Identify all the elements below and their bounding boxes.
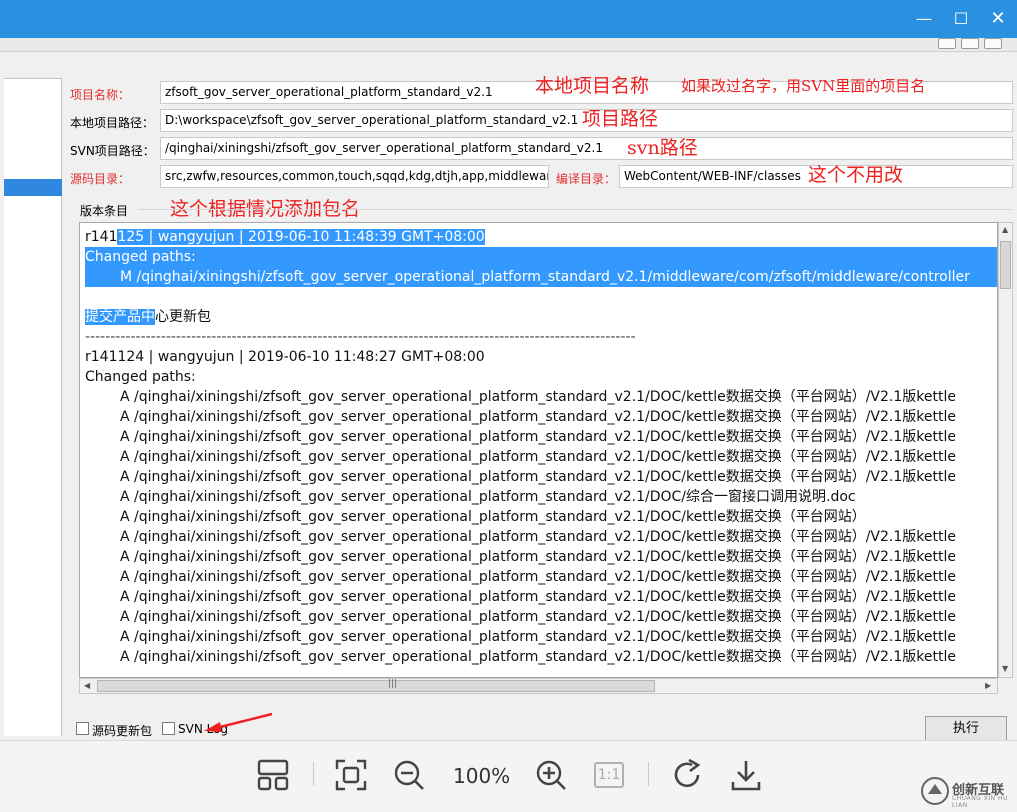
log-path: A /qinghai/xiningshi/zfsoft_gov_server_o… (120, 429, 956, 445)
maximize-button[interactable]: ☐ (944, 6, 978, 32)
zoom-out-icon[interactable] (392, 758, 426, 792)
zoom-in-icon[interactable] (534, 758, 568, 792)
log-path: A /qinghai/xiningshi/zfsoft_gov_server_o… (120, 449, 956, 465)
watermark-logo-icon (921, 777, 949, 805)
log-vertical-scrollbar[interactable]: ▲ ▼ (998, 222, 1013, 678)
zoom-level: 100% (453, 764, 511, 788)
log-message-rest: 心更新包 (155, 309, 211, 325)
annotation-svn-path: svn路径 (627, 137, 698, 159)
fit-screen-icon[interactable] (334, 758, 368, 792)
log-path: A /qinghai/xiningshi/zfsoft_gov_server_o… (120, 389, 956, 405)
scroll-up-icon[interactable]: ▲ (1002, 225, 1008, 234)
scroll-left-icon[interactable]: ◀ (84, 681, 90, 690)
annotation-no-change: 这个不用改 (808, 164, 904, 186)
svn-path-label: SVN项目路径： (70, 144, 155, 158)
download-icon[interactable] (729, 758, 763, 792)
version-group-label: 版本条目 (80, 204, 129, 218)
copy-child-icon[interactable] (961, 38, 979, 49)
selection-row (85, 247, 997, 267)
project-list[interactable] (4, 78, 62, 736)
log-path: A /qinghai/xiningshi/zfsoft_gov_server_o… (120, 529, 956, 545)
log-path: A /qinghai/xiningshi/zfsoft_gov_server_o… (120, 569, 956, 585)
close-button[interactable]: ✕ (981, 6, 1015, 32)
scroll-down-icon[interactable]: ▼ (1002, 664, 1008, 673)
toolbar-separator (313, 762, 314, 786)
source-dir-input[interactable]: src,zwfw,resources,common,touch,sqqd,kdg… (160, 165, 549, 188)
local-path-label: 本地项目路径： (70, 116, 155, 130)
execute-button[interactable]: 执行 (925, 716, 1007, 741)
annotation-add-package: 这个根据情况添加包名 (170, 198, 361, 220)
rotate-icon[interactable] (670, 758, 704, 792)
thumbnails-icon[interactable] (256, 758, 290, 792)
vertical-scroll-thumb[interactable] (1000, 241, 1011, 289)
restore-child-icon[interactable] (938, 38, 956, 49)
annotation-project-path: 项目路径 (582, 108, 659, 130)
source-update-checkbox[interactable] (76, 722, 89, 735)
compile-dir-label: 编译目录： (556, 172, 617, 186)
source-dir-label: 源码目录： (70, 172, 131, 186)
log-separator: ----------------------------------------… (85, 329, 636, 345)
horizontal-scroll-thumb[interactable]: ||| (97, 679, 655, 692)
log-message: 提交产品中心更新包 (85, 307, 211, 327)
log-path: M /qinghai/xiningshi/zfsoft_gov_server_o… (120, 269, 970, 285)
toolbar-strip (0, 38, 1017, 52)
project-name-label: 项目名称： (70, 88, 131, 102)
log-entry-rev: r141 (85, 229, 118, 245)
log-path: A /qinghai/xiningshi/zfsoft_gov_server_o… (120, 489, 856, 505)
log-entry-header: r141125 | wangyujun | 2019-06-10 11:48:3… (85, 227, 485, 247)
svn-path-input[interactable]: /qinghai/xiningshi/zfsoft_gov_server_ope… (160, 137, 1013, 160)
log-path: A /qinghai/xiningshi/zfsoft_gov_server_o… (120, 409, 956, 425)
log-path: A /qinghai/xiningshi/zfsoft_gov_server_o… (120, 549, 956, 565)
source-update-label: 源码更新包 (92, 724, 153, 738)
log-path: A /qinghai/xiningshi/zfsoft_gov_server_o… (120, 649, 956, 665)
minimize-button[interactable]: — (907, 6, 941, 32)
log-changed-paths: Changed paths: (85, 369, 196, 385)
scroll-grip-icon: ||| (388, 679, 398, 689)
group-divider (138, 209, 1013, 210)
log-entry-header: r141124 | wangyujun | 2019-06-10 11:48:2… (85, 349, 485, 365)
log-path: A /qinghai/xiningshi/zfsoft_gov_server_o… (120, 589, 956, 605)
annotation-arrow-icon (204, 712, 273, 732)
log-path: A /qinghai/xiningshi/zfsoft_gov_server_o… (120, 609, 956, 625)
annotation-project-name: 本地项目名称 (535, 75, 650, 97)
window-titlebar (0, 0, 1017, 38)
log-path: A /qinghai/xiningshi/zfsoft_gov_server_o… (120, 629, 956, 645)
svn-log-checkbox[interactable] (162, 722, 175, 735)
log-entry-rev-rest: 125 | wangyujun | 2019-06-10 11:48:39 GM… (117, 229, 485, 245)
project-list-selected-item[interactable] (4, 179, 62, 196)
log-message-selected: 提交产品中 (85, 309, 155, 325)
toolbar-separator (648, 762, 649, 786)
log-path: A /qinghai/xiningshi/zfsoft_gov_server_o… (120, 469, 956, 485)
scroll-right-icon[interactable]: ▶ (985, 681, 991, 690)
log-changed-paths: Changed paths: (85, 249, 196, 265)
log-horizontal-scrollbar[interactable]: ◀ ||| ▶ (79, 678, 998, 694)
close-child-icon[interactable] (984, 38, 1002, 49)
actual-size-icon[interactable]: 1:1 (594, 762, 624, 788)
log-path: A /qinghai/xiningshi/zfsoft_gov_server_o… (120, 509, 866, 525)
project-name-input[interactable]: zfsoft_gov_server_operational_platform_s… (160, 81, 534, 104)
watermark-sub: CHUANG XIN HU LIAN (952, 795, 1008, 809)
svn-log-textarea[interactable]: r141125 | wangyujun | 2019-06-10 11:48:3… (79, 222, 998, 678)
annotation-project-name-hint: 如果改过名字，用SVN里面的项目名 (681, 77, 926, 95)
